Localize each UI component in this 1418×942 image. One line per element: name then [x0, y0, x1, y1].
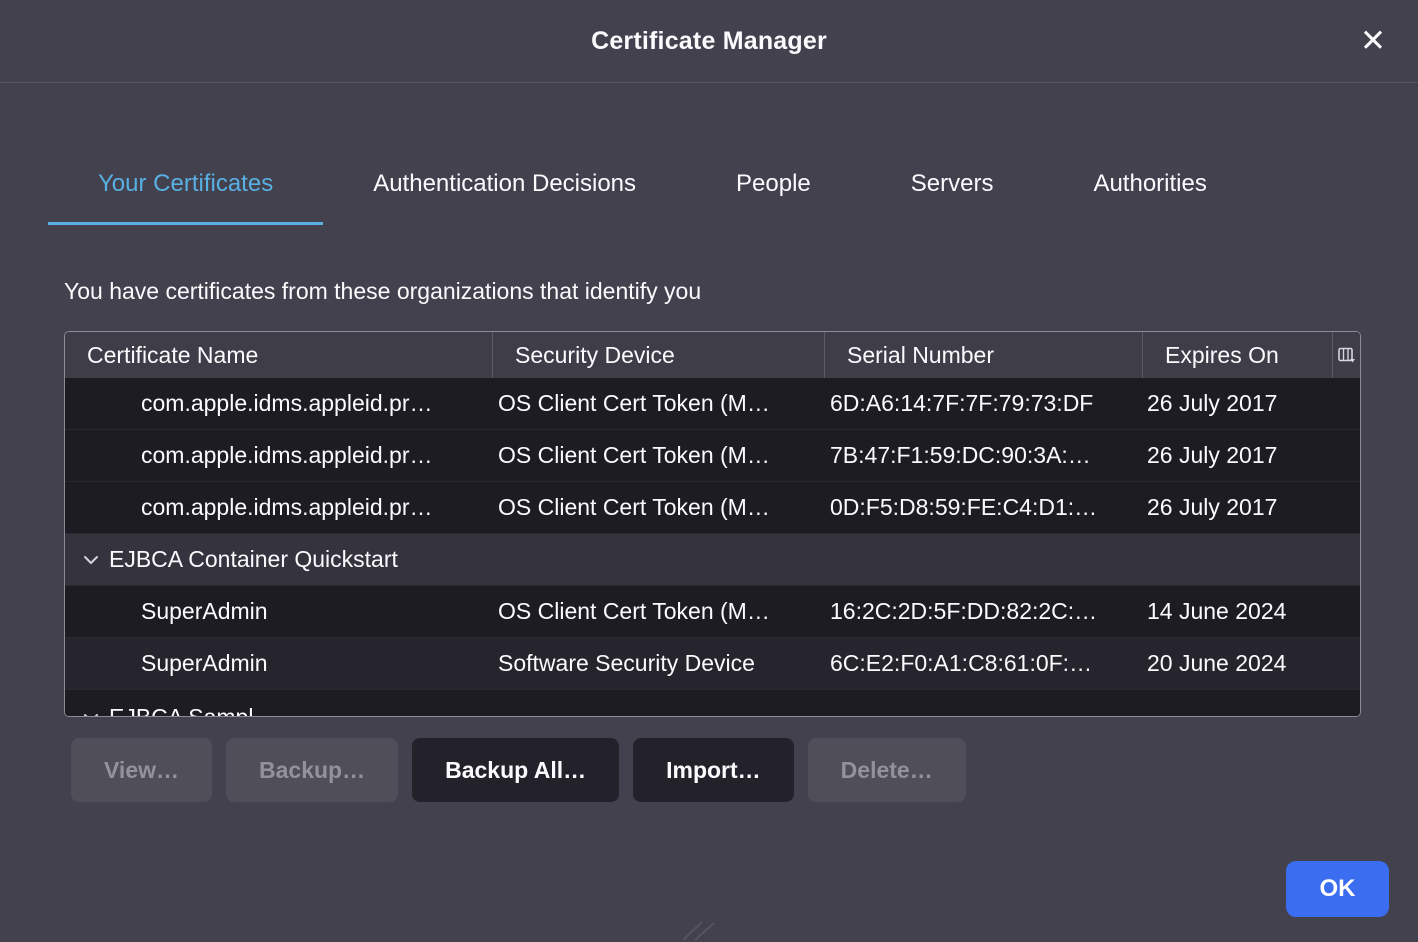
group-row-inner: EJBCA Sampl — [65, 704, 1360, 716]
cell-expires-on: 26 July 2017 — [1143, 494, 1333, 521]
cell-expires-on: 26 July 2017 — [1143, 390, 1333, 417]
cell-certificate-name: com.apple.idms.appleid.pr… — [65, 442, 493, 469]
cell-expires-on: 26 July 2017 — [1143, 442, 1333, 469]
ok-button[interactable]: OK — [1286, 861, 1389, 917]
table-header: Certificate NameSecurity DeviceSerial Nu… — [65, 332, 1360, 378]
group-row-inner: EJBCA Container Quickstart — [65, 546, 1360, 573]
dialog-title: Certificate Manager — [591, 27, 827, 56]
tab-servers[interactable]: Servers — [861, 150, 1044, 225]
tab-people[interactable]: People — [686, 150, 861, 225]
resize-grip-icon[interactable] — [681, 921, 715, 941]
tab-your-certificates[interactable]: Your Certificates — [48, 150, 323, 225]
dialog-titlebar: Certificate Manager ✕ — [0, 0, 1418, 83]
column-header-serial-number[interactable]: Serial Number — [825, 332, 1143, 378]
table-row[interactable]: com.apple.idms.appleid.pr…OS Client Cert… — [65, 430, 1360, 482]
backup-all-button[interactable]: Backup All… — [412, 738, 619, 802]
cell-serial-number: 0D:F5:D8:59:FE:C4:D1:… — [825, 494, 1143, 521]
table-row[interactable]: SuperAdminOS Client Cert Token (M…16:2C:… — [65, 586, 1360, 638]
group-label: EJBCA Sampl — [109, 704, 253, 716]
certificates-table: Certificate NameSecurity DeviceSerial Nu… — [64, 331, 1361, 717]
chevron-down-icon[interactable] — [83, 713, 99, 717]
cell-security-device: OS Client Cert Token (M… — [493, 494, 825, 521]
table-row[interactable]: com.apple.idms.appleid.pr…OS Client Cert… — [65, 378, 1360, 430]
cell-serial-number: 6C:E2:F0:A1:C8:61:0F:… — [825, 650, 1143, 677]
cell-serial-number: 6D:A6:14:7F:7F:79:73:DF — [825, 390, 1143, 417]
column-header-security-device[interactable]: Security Device — [493, 332, 825, 378]
table-row-group-clipped[interactable]: EJBCA Sampl — [65, 690, 1360, 716]
cell-certificate-name: com.apple.idms.appleid.pr… — [65, 494, 493, 521]
cell-certificate-name: SuperAdmin — [65, 598, 493, 625]
cell-security-device: Software Security Device — [493, 650, 825, 677]
tab-authentication-decisions[interactable]: Authentication Decisions — [323, 150, 686, 225]
cell-expires-on: 14 June 2024 — [1143, 598, 1333, 625]
view-button: View… — [71, 738, 212, 802]
close-icon[interactable]: ✕ — [1352, 20, 1394, 62]
cell-serial-number: 7B:47:F1:59:DC:90:3A:… — [825, 442, 1143, 469]
chevron-down-icon[interactable] — [83, 555, 99, 565]
group-label: EJBCA Container Quickstart — [109, 546, 398, 573]
column-picker-icon[interactable] — [1333, 332, 1360, 378]
table-row-group[interactable]: EJBCA Container Quickstart — [65, 534, 1360, 586]
column-header-expires-on[interactable]: Expires On — [1143, 332, 1333, 378]
backup-button: Backup… — [226, 738, 398, 802]
delete-button: Delete… — [808, 738, 966, 802]
cell-security-device: OS Client Cert Token (M… — [493, 390, 825, 417]
cell-serial-number: 16:2C:2D:5F:DD:82:2C:… — [825, 598, 1143, 625]
cell-certificate-name: com.apple.idms.appleid.pr… — [65, 390, 493, 417]
table-body: com.apple.idms.appleid.pr…OS Client Cert… — [65, 378, 1360, 716]
column-header-certificate-name[interactable]: Certificate Name — [65, 332, 493, 378]
table-row[interactable]: SuperAdminSoftware Security Device6C:E2:… — [65, 638, 1360, 690]
cell-certificate-name: SuperAdmin — [65, 650, 493, 677]
import-button[interactable]: Import… — [633, 738, 794, 802]
tab-authorities[interactable]: Authorities — [1043, 150, 1256, 225]
cell-security-device: OS Client Cert Token (M… — [493, 442, 825, 469]
tab-strip: Your CertificatesAuthentication Decision… — [48, 150, 1418, 225]
description-text: You have certificates from these organiz… — [64, 278, 1418, 305]
table-row[interactable]: com.apple.idms.appleid.pr…OS Client Cert… — [65, 482, 1360, 534]
action-button-row: View…Backup…Backup All…Import…Delete… — [71, 738, 1418, 802]
cell-security-device: OS Client Cert Token (M… — [493, 598, 825, 625]
cell-expires-on: 20 June 2024 — [1143, 650, 1333, 677]
